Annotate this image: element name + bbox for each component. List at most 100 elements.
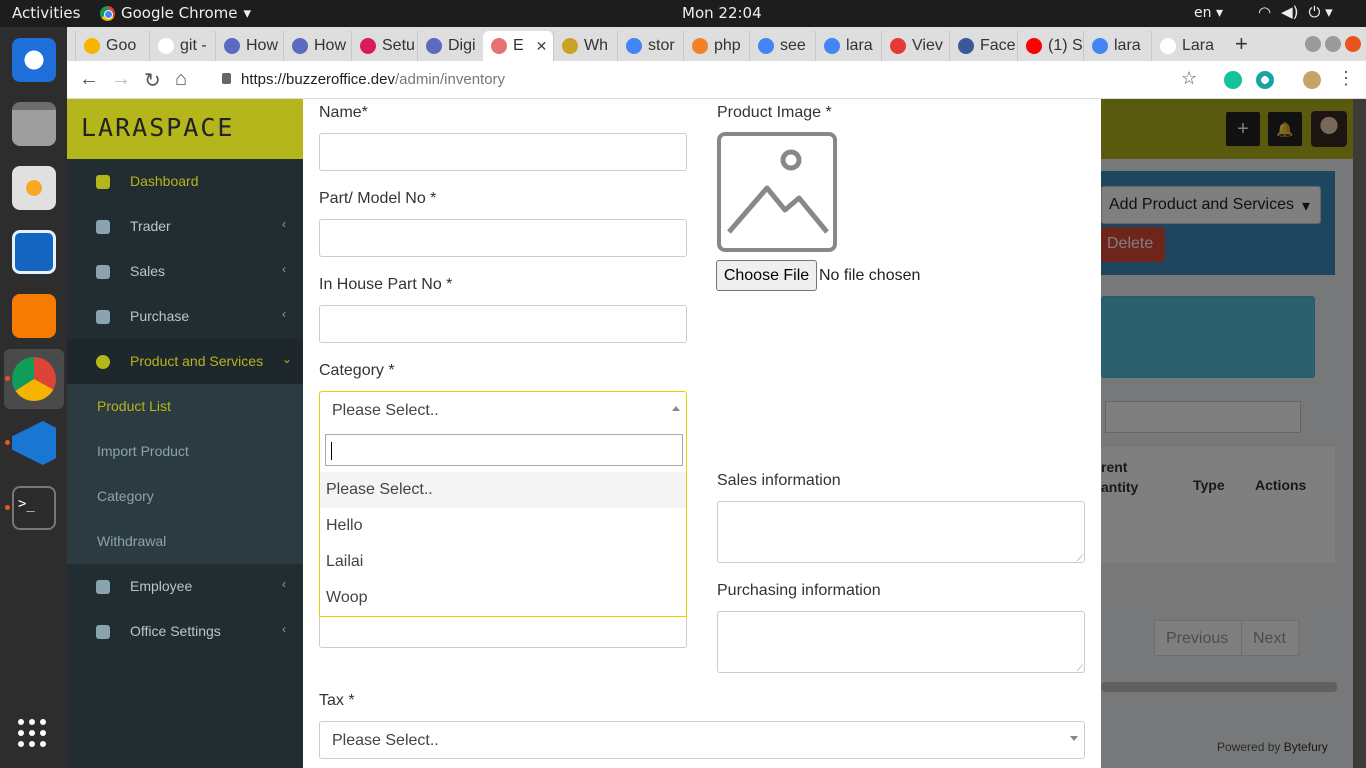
name-input[interactable] [319,133,687,171]
minimize-button[interactable] [1305,36,1321,52]
sidebar-item-trader[interactable]: Trader ‹ [67,204,303,249]
tab-title: How [314,37,347,54]
dock-software[interactable] [4,286,64,346]
browser-tab[interactable]: Digi [417,31,483,61]
tab-favicon-icon [84,38,100,54]
model-number-input[interactable] [319,219,687,257]
tab-title: Setu [382,37,415,54]
sidebar-item-sales[interactable]: Sales ‹ [67,249,303,294]
category-dropdown: Please Select.. Hello Lailai Woop [319,428,687,617]
back-icon[interactable]: ← [79,68,99,91]
lock-icon[interactable] [222,73,231,84]
dock-chrome[interactable] [4,349,64,409]
browser-tab[interactable]: (1) S [1017,31,1083,61]
tab-favicon-icon [292,38,308,54]
clock[interactable]: Mon 22:04 [682,4,762,22]
tab-favicon-icon [426,38,442,54]
system-tray[interactable]: ◠ ◀) ⏻ ▾ [1258,3,1333,21]
in-house-part-input[interactable] [319,305,687,343]
close-tab-icon[interactable]: ✕ [536,38,548,55]
browser-tab[interactable]: lara [815,31,881,61]
dock-files[interactable] [4,94,64,154]
category-option[interactable]: Please Select.. [320,472,686,508]
software-icon [12,294,56,338]
sidebar-item-product-and-services[interactable]: Product and Services ⌄ [67,339,303,384]
maximize-button[interactable] [1325,36,1341,52]
home-icon[interactable]: ⌂ [175,68,187,91]
modal-backdrop[interactable] [1101,99,1353,768]
dock-terminal[interactable]: >_ [4,478,64,538]
menu-icon [96,265,110,279]
sidebar-item-label: Purchase [130,308,190,324]
dock-thunderbird[interactable] [4,30,64,90]
sidebar-item-office-settings[interactable]: Office Settings ‹ [67,609,303,654]
category-option[interactable]: Woop [320,580,686,616]
browser-menu-icon[interactable]: ⋮ [1337,68,1355,89]
browser-tab[interactable]: git - [149,31,215,61]
browser-tab[interactable]: How [283,31,351,61]
dock-writer[interactable] [4,222,64,282]
submenu-item-withdrawal[interactable]: Withdrawal [67,519,303,564]
brand-logo[interactable]: LARASPACE [67,99,303,159]
submenu-item-category[interactable]: Category [67,474,303,519]
browser-tab[interactable]: lara [1083,31,1151,61]
menu-icon [96,625,110,639]
language-indicator[interactable]: en ▾ [1194,5,1223,21]
browser-tab[interactable]: stor [617,31,683,61]
browser-tab[interactable]: see [749,31,815,61]
tab-title: stor [648,37,675,54]
purchasing-information-textarea[interactable] [717,611,1085,674]
grammarly-icon[interactable] [1224,71,1242,89]
category-option[interactable]: Hello [320,508,686,544]
tab-favicon-icon [158,38,174,54]
extension-icon[interactable] [1256,71,1274,89]
submenu-item-import-product[interactable]: Import Product [67,429,303,474]
page-viewport: LARASPACE Dashboard Trader ‹ Sales ‹ Purchase… [67,99,1353,768]
category-option-label: Hello [326,517,363,534]
close-window-button[interactable] [1345,36,1361,52]
menu-icon [96,355,110,369]
address-bar[interactable]: https://buzzeroffice.dev/admin/inventory [241,71,505,88]
chevron-left-icon: ‹ [282,622,286,636]
category-selected-value: Please Select.. [332,402,439,419]
new-tab-button[interactable]: + [1235,31,1248,57]
submenu-item-product-list[interactable]: Product List [67,384,303,429]
category-search-input[interactable] [325,434,683,466]
tab-favicon-icon [1160,38,1176,54]
dock-rhythmbox[interactable] [4,158,64,218]
sidebar-item-label: Trader [130,218,171,234]
tab-title: php [714,37,741,54]
sales-information-textarea[interactable] [717,501,1085,564]
sidebar-item-purchase[interactable]: Purchase ‹ [67,294,303,339]
sidebar-item-dashboard[interactable]: Dashboard [67,159,303,204]
forward-icon[interactable]: → [111,68,131,91]
model-number-label: Part/ Model No * [319,190,437,207]
category-option[interactable]: Lailai [320,544,686,580]
tab-favicon-icon [562,38,578,54]
sales-information-label: Sales information [717,472,841,489]
tax-select[interactable]: Please Select.. [319,721,1085,759]
browser-tab[interactable]: E ✕ [483,31,553,61]
browser-tab[interactable]: Viev [881,31,949,61]
app-menu[interactable]: Google Chrome ▾ [100,4,251,22]
dock-vscode[interactable] [4,413,64,473]
tab-favicon-icon [224,38,240,54]
browser-tab[interactable]: php [683,31,749,61]
activities-button[interactable]: Activities [12,4,80,22]
browser-tab[interactable]: Goo [75,31,141,61]
browser-tab[interactable]: Wh [553,31,617,61]
browser-tab[interactable]: How [215,31,283,61]
choose-file-button[interactable]: Choose File [716,260,817,291]
category-option-label: Woop [326,589,368,606]
profile-avatar[interactable] [1303,71,1321,89]
browser-tab[interactable]: Setu [351,31,417,61]
reload-icon[interactable]: ↻ [144,68,161,93]
show-applications-icon[interactable] [18,719,46,747]
vscode-icon [12,421,56,465]
bookmark-star-icon[interactable]: ☆ [1181,68,1197,89]
category-option-label: Please Select.. [326,481,433,498]
browser-tab[interactable]: Lara [1151,31,1217,61]
browser-tab[interactable]: Face [949,31,1017,61]
category-select[interactable]: Please Select.. [319,391,687,429]
sidebar-item-employee[interactable]: Employee ‹ [67,564,303,609]
